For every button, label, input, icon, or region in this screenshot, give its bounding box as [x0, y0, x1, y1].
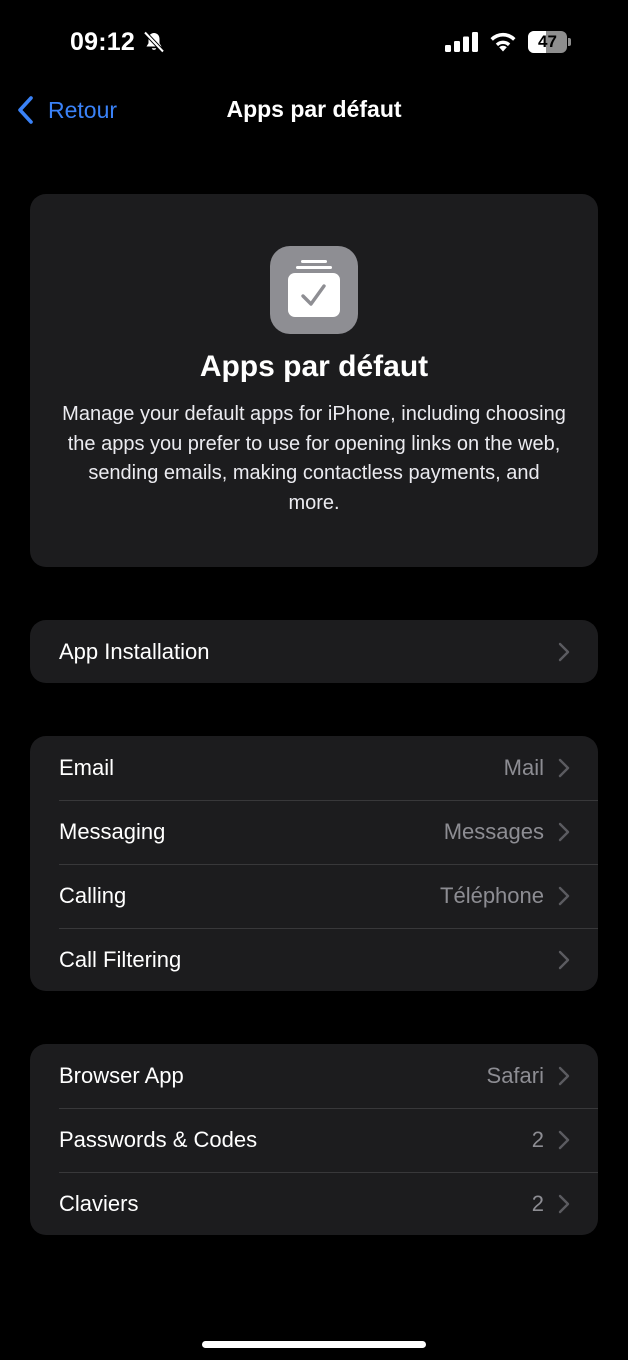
settings-group-installation: App Installation	[30, 620, 598, 683]
row-label: Passwords & Codes	[59, 1127, 258, 1152]
row-label: Email	[59, 755, 115, 780]
battery-cap	[568, 38, 571, 46]
chevron-right-icon	[558, 1066, 570, 1086]
row-email[interactable]: Email Mail	[30, 736, 598, 800]
chevron-right-icon	[558, 822, 570, 842]
battery-indicator: 47	[528, 31, 571, 53]
battery-percent: 47	[538, 32, 557, 51]
row-label: Browser App	[59, 1063, 184, 1088]
status-time: 09:12	[70, 28, 135, 56]
row-call-filtering[interactable]: Call Filtering	[30, 928, 598, 992]
row-value: 2	[531, 1127, 544, 1152]
home-indicator[interactable]	[202, 1341, 426, 1348]
row-label: Call Filtering	[59, 947, 182, 972]
status-bar: 09:12 47	[0, 0, 628, 80]
hero-description: Manage your default apps for iPhone, inc…	[62, 403, 566, 514]
row-value: Messages	[443, 819, 544, 844]
hero-title: Apps par défaut	[199, 350, 429, 383]
chevron-right-icon	[558, 758, 570, 778]
row-messaging[interactable]: Messaging Messages	[30, 800, 598, 864]
chevron-right-icon	[558, 1130, 570, 1150]
row-app-installation[interactable]: App Installation	[30, 620, 598, 683]
chevron-right-icon	[558, 950, 570, 970]
default-apps-icon-tile	[270, 246, 358, 334]
row-calling[interactable]: Calling Téléphone	[30, 864, 598, 928]
settings-group-communication: Email Mail Messaging Messages Calling Té…	[30, 736, 598, 991]
row-label: Messaging	[59, 819, 166, 844]
settings-group-browser: Browser App Safari Passwords & Codes 2 C…	[30, 1044, 598, 1235]
chevron-right-icon	[558, 1194, 570, 1214]
row-label: Calling	[59, 883, 127, 908]
row-keyboards[interactable]: Claviers 2	[30, 1172, 598, 1236]
row-passwords-codes[interactable]: Passwords & Codes 2	[30, 1108, 598, 1172]
page-title: Apps par défaut	[226, 96, 402, 122]
wifi-icon	[490, 32, 516, 52]
row-browser-app[interactable]: Browser App Safari	[30, 1044, 598, 1108]
navigation-bar: Retour Apps par défaut	[0, 80, 628, 140]
battery-body: 47	[528, 31, 567, 53]
default-apps-checkmark-icon	[288, 260, 340, 317]
row-label: App Installation	[59, 638, 210, 664]
row-value: Safari	[486, 1063, 544, 1088]
cellular-signal-icon	[445, 32, 478, 52]
bell-slash-icon	[143, 31, 165, 53]
chevron-right-icon	[558, 886, 570, 906]
row-value: Téléphone	[440, 883, 544, 908]
row-value: Mail	[503, 755, 544, 780]
row-value: 2	[531, 1191, 544, 1216]
chevron-right-icon	[558, 642, 570, 661]
screen: 09:12 47 Retour Apps par défaut Apps par…	[0, 0, 628, 1360]
row-label: Claviers	[59, 1191, 139, 1216]
hero-card: Apps par défaut Manage your default apps…	[30, 194, 598, 567]
